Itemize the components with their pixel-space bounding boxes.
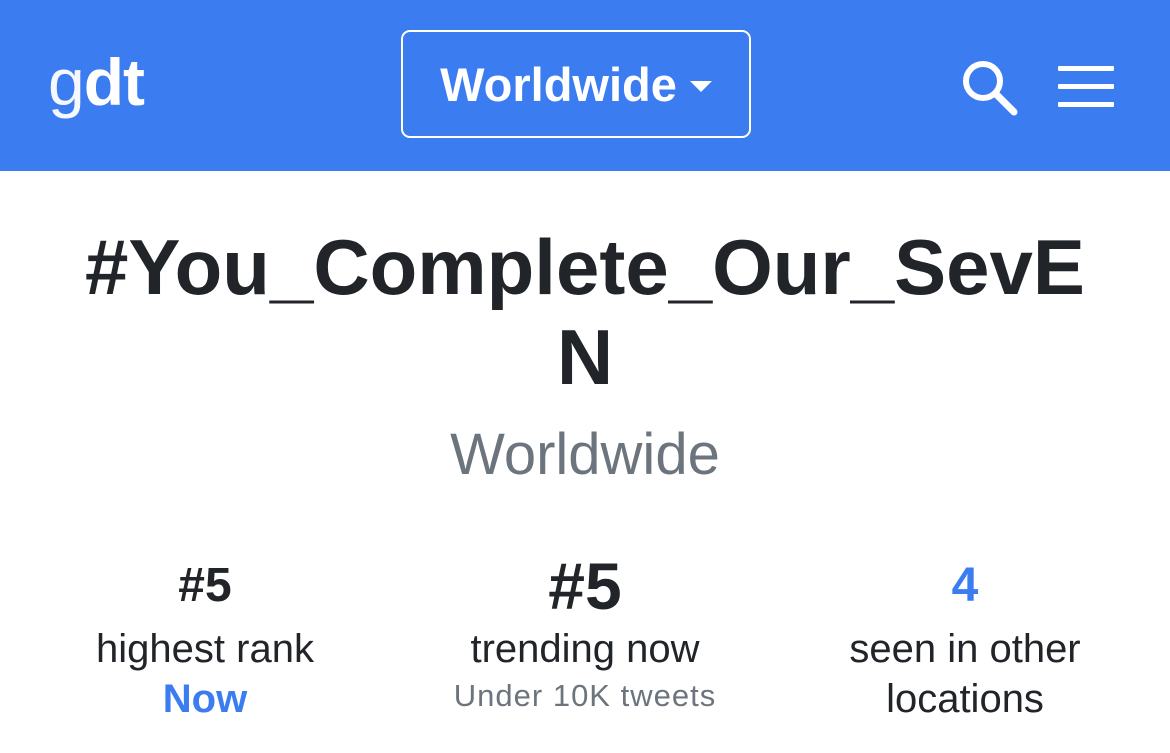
highest-rank-value: #5 bbox=[178, 559, 232, 612]
menu-bar-middle bbox=[1058, 84, 1114, 89]
menu-bar-top bbox=[1058, 66, 1114, 71]
search-icon bbox=[963, 61, 1018, 116]
location-dropdown[interactable]: Worldwide bbox=[401, 30, 751, 138]
search-button[interactable] bbox=[960, 58, 1020, 118]
trend-location-subtitle: Worldwide bbox=[450, 422, 720, 487]
trending-now-value: #5 bbox=[548, 549, 622, 623]
other-locations-label-line1: seen in other bbox=[849, 627, 1081, 671]
menu-bar-bottom bbox=[1058, 102, 1114, 107]
stat-other-locations: 4 seen in other locations bbox=[770, 548, 1160, 724]
location-dropdown-label: Worldwide bbox=[440, 57, 677, 111]
trend-hashtag-title: #You_Complete_Our_SevEN bbox=[85, 223, 1085, 401]
stat-highest-rank: #5 highest rank Now bbox=[10, 548, 400, 724]
logo-part-g: g bbox=[48, 45, 85, 119]
logo-part-dt: dt bbox=[83, 45, 145, 119]
tweet-volume-text: Under 10K tweets bbox=[453, 678, 717, 713]
stat-trending-now: #5 trending now Under 10K tweets bbox=[390, 548, 780, 714]
caret-down-icon bbox=[689, 80, 712, 92]
other-locations-label-line2: locations bbox=[886, 677, 1044, 721]
trending-now-label: trending now bbox=[470, 627, 700, 671]
hamburger-menu-button[interactable] bbox=[1058, 66, 1114, 108]
gdt-logo[interactable]: gdt bbox=[48, 44, 145, 120]
highest-rank-label: highest rank bbox=[96, 627, 314, 671]
highest-rank-when: Now bbox=[162, 677, 248, 721]
top-navbar: gdt Worldwide bbox=[0, 0, 1170, 171]
other-locations-count-link[interactable]: 4 bbox=[770, 548, 1160, 624]
